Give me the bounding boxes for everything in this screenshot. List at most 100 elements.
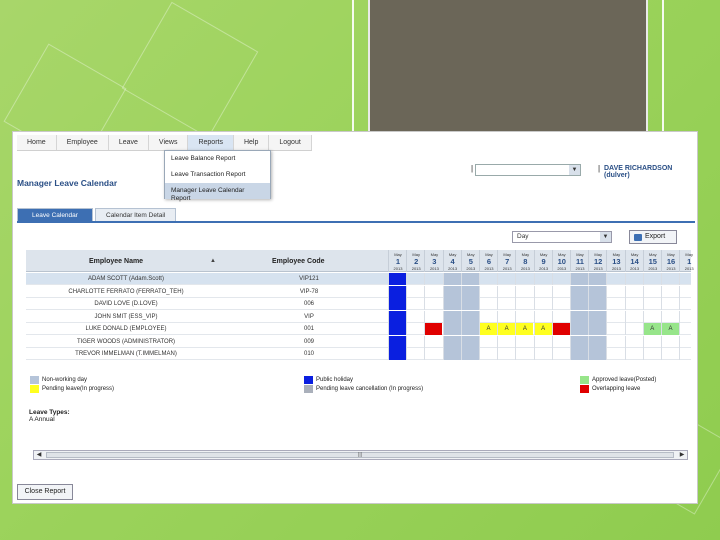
calendar-day-cell[interactable] bbox=[460, 310, 479, 323]
calendar-day-cell[interactable] bbox=[606, 285, 624, 298]
calendar-day-cell[interactable] bbox=[661, 273, 679, 285]
menu-logout[interactable]: Logout bbox=[269, 135, 312, 150]
calendar-day-cell[interactable] bbox=[606, 348, 624, 360]
calendar-day-cell[interactable] bbox=[606, 298, 624, 310]
calendar-day-cell[interactable] bbox=[515, 285, 533, 298]
calendar-day-cell[interactable] bbox=[424, 285, 442, 298]
calendar-day-cell[interactable] bbox=[479, 285, 497, 298]
calendar-day-cell[interactable] bbox=[515, 335, 533, 348]
calendar-day-cell[interactable] bbox=[442, 298, 461, 310]
calendar-day-cell[interactable] bbox=[606, 310, 624, 323]
calendar-day-cell[interactable] bbox=[624, 335, 643, 348]
menu-views[interactable]: Views bbox=[149, 135, 189, 150]
calendar-day-cell[interactable] bbox=[533, 285, 552, 298]
calendar-day-cell[interactable] bbox=[624, 298, 643, 310]
calendar-day-cell[interactable] bbox=[588, 323, 607, 335]
calendar-day-cell[interactable] bbox=[588, 298, 607, 310]
calendar-day-cell[interactable]: A bbox=[497, 323, 516, 335]
calendar-day-cell[interactable] bbox=[497, 273, 515, 285]
calendar-day-cell[interactable] bbox=[570, 323, 588, 335]
menu-item-leave-balance-report[interactable]: Leave Balance Report bbox=[165, 151, 270, 167]
calendar-day-cell[interactable] bbox=[515, 348, 533, 360]
calendar-day-cell[interactable] bbox=[606, 273, 624, 285]
calendar-day-cell[interactable] bbox=[479, 335, 497, 348]
calendar-day-cell[interactable] bbox=[679, 323, 697, 335]
calendar-day-cell[interactable] bbox=[588, 310, 607, 323]
calendar-day-cell[interactable] bbox=[460, 348, 479, 360]
calendar-day-cell[interactable] bbox=[551, 273, 570, 285]
calendar-day-cell[interactable] bbox=[424, 323, 443, 335]
calendar-day-cell[interactable] bbox=[642, 285, 661, 298]
period-select[interactable]: Day ▼ bbox=[512, 231, 612, 243]
calendar-day-cell[interactable] bbox=[642, 310, 661, 323]
calendar-day-cell[interactable] bbox=[588, 335, 607, 348]
column-header-employee-code[interactable]: Employee Code bbox=[272, 258, 325, 265]
calendar-day-cell[interactable]: A bbox=[642, 323, 661, 335]
calendar-day-cell[interactable] bbox=[661, 348, 679, 360]
calendar-day-cell[interactable] bbox=[460, 323, 479, 335]
menu-help[interactable]: Help bbox=[234, 135, 270, 150]
calendar-day-cell[interactable] bbox=[570, 335, 588, 348]
calendar-day-cell[interactable] bbox=[479, 310, 497, 323]
calendar-day-cell[interactable] bbox=[479, 298, 497, 310]
calendar-day-cell[interactable] bbox=[406, 285, 424, 298]
calendar-day-cell[interactable] bbox=[551, 285, 570, 298]
calendar-day-cell[interactable]: A bbox=[533, 323, 552, 335]
calendar-day-cell[interactable] bbox=[460, 273, 479, 285]
table-row[interactable]: CHARLOTTE FERRATO (FERRATO_TEH) VIP-78 bbox=[26, 285, 691, 298]
calendar-day-cell[interactable] bbox=[497, 310, 515, 323]
calendar-day-cell[interactable] bbox=[442, 348, 461, 360]
calendar-day-cell[interactable] bbox=[551, 323, 570, 335]
calendar-day-cell[interactable] bbox=[551, 298, 570, 310]
calendar-day-cell[interactable] bbox=[588, 285, 607, 298]
calendar-day-cell[interactable] bbox=[624, 323, 643, 335]
calendar-day-cell[interactable] bbox=[479, 273, 497, 285]
calendar-day-cell[interactable] bbox=[424, 298, 442, 310]
calendar-day-cell[interactable] bbox=[588, 348, 607, 360]
calendar-day-cell[interactable] bbox=[533, 310, 552, 323]
calendar-day-cell[interactable] bbox=[624, 348, 643, 360]
calendar-day-cell[interactable]: A bbox=[479, 323, 497, 335]
column-header-employee-name[interactable]: Employee Name bbox=[89, 258, 143, 265]
calendar-day-cell[interactable] bbox=[406, 323, 424, 335]
calendar-day-cell[interactable] bbox=[570, 310, 588, 323]
calendar-day-cell[interactable] bbox=[642, 298, 661, 310]
calendar-day-cell[interactable] bbox=[533, 335, 552, 348]
calendar-day-cell[interactable] bbox=[497, 285, 515, 298]
calendar-day-cell[interactable] bbox=[642, 335, 661, 348]
table-row[interactable]: TREVOR IMMELMAN (T.IMMELMAN) 010 bbox=[26, 348, 691, 360]
calendar-day-cell[interactable] bbox=[460, 335, 479, 348]
table-row[interactable]: ADAM SCOTT (Adam.Scott) VIP121 bbox=[26, 273, 691, 285]
close-report-button[interactable]: Close Report bbox=[17, 484, 73, 500]
calendar-day-cell[interactable] bbox=[533, 298, 552, 310]
horizontal-scrollbar[interactable]: ◀ ||| ▶ bbox=[33, 450, 688, 460]
menu-home[interactable]: Home bbox=[17, 135, 57, 150]
calendar-day-cell[interactable]: A bbox=[661, 323, 679, 335]
calendar-day-cell[interactable] bbox=[515, 298, 533, 310]
table-row[interactable]: TIGER WOODS (ADMINISTRATOR) 009 bbox=[26, 335, 691, 348]
calendar-day-cell[interactable] bbox=[551, 310, 570, 323]
calendar-day-cell[interactable] bbox=[460, 285, 479, 298]
calendar-day-cell[interactable] bbox=[642, 273, 661, 285]
calendar-day-cell[interactable] bbox=[679, 285, 697, 298]
calendar-day-cell[interactable] bbox=[624, 310, 643, 323]
calendar-day-cell[interactable] bbox=[388, 285, 406, 298]
calendar-day-cell[interactable] bbox=[570, 285, 588, 298]
calendar-day-cell[interactable] bbox=[551, 335, 570, 348]
calendar-day-cell[interactable] bbox=[624, 273, 643, 285]
calendar-day-cell[interactable] bbox=[570, 348, 588, 360]
calendar-day-cell[interactable] bbox=[679, 273, 697, 285]
calendar-day-cell[interactable] bbox=[642, 348, 661, 360]
scroll-left-icon[interactable]: ◀ bbox=[34, 451, 44, 459]
table-row[interactable]: JOHN SMIT (ESS_VIP) VIP bbox=[26, 310, 691, 323]
calendar-day-cell[interactable] bbox=[533, 348, 552, 360]
calendar-day-cell[interactable] bbox=[442, 323, 461, 335]
scrollbar-thumb[interactable]: ||| bbox=[46, 452, 674, 458]
calendar-day-cell[interactable] bbox=[533, 273, 552, 285]
calendar-day-cell[interactable] bbox=[479, 348, 497, 360]
calendar-day-cell[interactable] bbox=[679, 348, 697, 360]
calendar-day-cell[interactable] bbox=[388, 298, 406, 310]
chevron-down-icon[interactable]: ▼ bbox=[569, 165, 580, 175]
calendar-day-cell[interactable] bbox=[497, 335, 515, 348]
menu-reports[interactable]: Reports bbox=[188, 135, 234, 150]
